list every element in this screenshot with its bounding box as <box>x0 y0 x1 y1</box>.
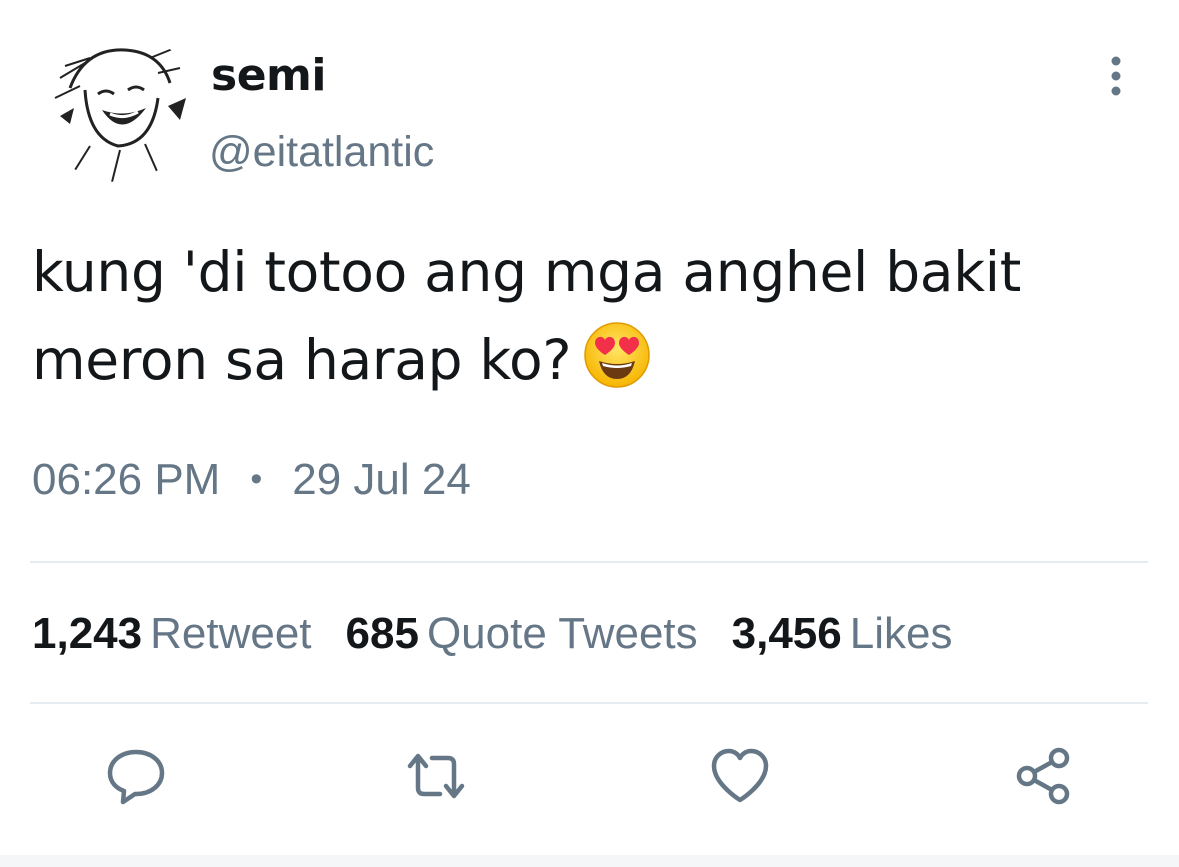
retweet-icon[interactable] <box>404 744 468 808</box>
divider-bottom <box>30 702 1148 704</box>
quotes-stat[interactable]: 685 Quote Tweets <box>346 606 698 662</box>
quotes-count: 685 <box>345 609 419 658</box>
reply-icon[interactable] <box>104 744 168 808</box>
share-icon[interactable] <box>1012 744 1076 808</box>
heart-eyes-emoji-icon <box>583 321 651 389</box>
tweet-timestamp[interactable]: 06:26 PM • 29 Jul 24 <box>32 452 471 511</box>
quotes-label: Quote Tweets <box>426 609 698 658</box>
retweets-stat[interactable]: 1,243 Retweet <box>32 606 312 662</box>
tweet-stats: 1,243 Retweet 685 Quote Tweets 3,456 Likes <box>32 606 986 662</box>
avatar[interactable] <box>40 28 194 182</box>
avatar-illustration <box>40 28 194 182</box>
tweet-text: kung 'di totoo ang mga anghel bakit mero… <box>32 228 1142 404</box>
author-handle[interactable]: @eitatlantic <box>209 124 434 180</box>
more-vertical-icon[interactable] <box>1098 52 1134 100</box>
tweet-time: 06:26 PM <box>32 455 221 504</box>
tweet-date: 29 Jul 24 <box>292 455 471 504</box>
tweet-card: semi @eitatlantic kung 'di totoo ang mga… <box>0 0 1179 867</box>
retweets-label: Retweet <box>150 609 312 658</box>
heart-icon[interactable] <box>708 744 772 808</box>
card-bottom-edge <box>0 855 1179 867</box>
author-display-name[interactable]: semi <box>211 48 326 104</box>
likes-count: 3,456 <box>731 609 842 658</box>
likes-stat[interactable]: 3,456 Likes <box>732 606 953 662</box>
likes-label: Likes <box>849 609 953 658</box>
tweet-text-content: kung 'di totoo ang mga anghel bakit mero… <box>32 240 1022 392</box>
divider-top <box>30 561 1148 563</box>
meta-separator: • <box>250 460 263 498</box>
retweets-count: 1,243 <box>32 609 143 658</box>
